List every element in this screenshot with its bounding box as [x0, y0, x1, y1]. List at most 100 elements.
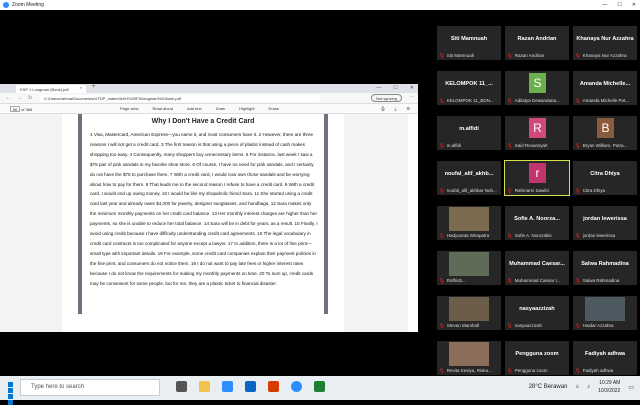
new-tab-button[interactable]: +: [92, 84, 96, 90]
participant-name: Sofie A. Noorza...: [514, 216, 560, 222]
page-view-button[interactable]: Page view: [120, 106, 138, 111]
participant-name: Fadiyah adhwa: [584, 351, 626, 357]
participant-tile[interactable]: 🎙 Revita Kesiya, Riska...: [437, 341, 501, 375]
participant-label-text: m.alfidi: [446, 143, 461, 148]
browser-minimize-button[interactable]: —: [376, 85, 381, 91]
minimize-button[interactable]: —: [602, 0, 607, 10]
participant-tile[interactable]: 🎙 Rafhisb...: [437, 251, 501, 285]
zoom-logo-icon: [3, 2, 9, 8]
participant-tile[interactable]: Citra Dhiya 🎙 Citra Dhiya: [573, 161, 637, 195]
profile-button[interactable]: Not syncing: [371, 94, 402, 102]
windows-start-icon[interactable]: [8, 382, 19, 405]
refresh-icon[interactable]: ↻: [28, 95, 32, 101]
participant-tile[interactable]: Pengguna zoom 🎙 Pengguna zoom: [505, 341, 569, 375]
browser-maximize-button[interactable]: ☐: [393, 85, 397, 91]
volume-icon[interactable]: ♪: [587, 384, 590, 390]
maximize-button[interactable]: ☐: [617, 0, 621, 10]
erase-button[interactable]: Erase: [269, 106, 279, 111]
muted-mic-icon: 🎙: [507, 53, 513, 58]
draw-button[interactable]: Draw: [216, 106, 225, 111]
participant-tile[interactable]: jordan lewerissa 🎙 jordan lewerissa: [573, 206, 637, 240]
muted-mic-icon: 🎙: [575, 278, 581, 283]
participant-tile[interactable]: m.alfidi 🎙 m.alfidi: [437, 116, 501, 150]
read-aloud-button[interactable]: Read aloud: [152, 106, 172, 111]
close-button[interactable]: ✕: [632, 0, 636, 10]
browser-window: ESP 1 Longman (Book).pdf × + — ☐ ✕ ← → ↻ C:/U…: [0, 84, 418, 332]
participant-label-text: Said Revansyah: [514, 143, 548, 148]
participant-gallery: Siti Mamnuah 🎙 Siti Mamnuah Razan Andrian 🎙 R…: [433, 10, 640, 376]
clock[interactable]: 10:29 AM 10/3/2022: [598, 379, 620, 395]
participant-tile[interactable]: r 🎙 Rahmarni Sawitri: [504, 160, 570, 196]
participant-tile[interactable]: B 🎙 Bryan William, Putra...: [573, 116, 637, 150]
tab-close-icon[interactable]: ×: [80, 85, 82, 90]
back-icon[interactable]: ←: [6, 95, 11, 101]
tab-title: ESP 1 Longman (Book).pdf: [20, 87, 69, 92]
task-view-icon[interactable]: [176, 381, 187, 392]
participant-label-text: jordan lewerissa: [582, 233, 616, 238]
participant-label-text: Citra Dhiya: [582, 188, 605, 193]
participant-label: 🎙 Said Revansyah: [507, 143, 567, 149]
participant-tile[interactable]: Sofie A. Noorza... 🎙 Sofie A. Noorzakie: [505, 206, 569, 240]
save-icon[interactable]: ⤓: [395, 106, 397, 111]
zoom-app-icon[interactable]: [291, 381, 302, 392]
participant-tile[interactable]: Fadiyah adhwa 🎙 Fadiyah adhwa: [573, 341, 637, 375]
menu-icon[interactable]: ⋯: [409, 94, 414, 100]
participant-tile[interactable]: Khanaya Nur Azzahra 🎙 Khanaya Nur Azzahra: [573, 26, 637, 60]
participant-tile[interactable]: nasyaazzizah 🎙 nasyaazzizah: [505, 296, 569, 330]
muted-mic-icon: 🎙: [439, 53, 445, 58]
participant-tile[interactable]: 🎙 Hadyanata Wirapatra: [437, 206, 501, 240]
muted-mic-icon: 🎙: [507, 278, 513, 283]
muted-mic-icon: 🎙: [507, 323, 513, 328]
participant-tile[interactable]: Razan Andrian 🎙 Razan Andrian: [505, 26, 569, 60]
participant-tile[interactable]: Salwa Rahmadina 🎙 Salwa Rahmadina: [573, 251, 637, 285]
forward-icon[interactable]: →: [17, 95, 22, 101]
office-icon[interactable]: [268, 381, 279, 392]
tab-bar: ESP 1 Longman (Book).pdf × + — ☐ ✕: [0, 84, 418, 93]
url-field[interactable]: C:/Users/rahma/Documents/UTDP_materi/AKH…: [40, 95, 320, 102]
muted-mic-icon: 🎙: [507, 143, 513, 148]
participant-tile[interactable]: S 🎙 Adilatya Dewandana...: [505, 71, 569, 105]
weather-status[interactable]: 28°C Berawan: [529, 384, 568, 390]
store-icon[interactable]: [245, 381, 256, 392]
participant-label: 🎙 Fadiyah adhwa: [575, 368, 635, 374]
file-explorer-icon[interactable]: [199, 381, 210, 392]
highlight-button[interactable]: Highlight: [239, 106, 255, 111]
participant-tile[interactable]: R 🎙 Said Revansyah: [505, 116, 569, 150]
participant-label: 🎙 Sofie A. Noorzakie: [507, 233, 567, 239]
pdf-viewer[interactable]: Why I Don't Have a Credit Card 1 Visa, M…: [0, 114, 418, 332]
participant-video: [585, 297, 625, 321]
edge-icon[interactable]: [222, 381, 233, 392]
participant-label: 🎙 Hadyanata Wirapatra: [439, 233, 499, 239]
muted-mic-icon: 🎙: [439, 323, 445, 328]
participant-video: [449, 342, 489, 366]
pdf-page: Why I Don't Have a Credit Card 1 Visa, M…: [62, 114, 344, 332]
participant-name: jordan lewerissa: [583, 216, 627, 222]
participant-tile[interactable]: KELOMPOK 11_... 🎙 KELOMPOK 11_BDN...: [437, 71, 501, 105]
participant-label-text: Adilatya Dewandana...: [514, 98, 560, 103]
participant-tile[interactable]: noufal_alif_akhb... 🎙 noufal_alif_akhbar N…: [437, 161, 501, 195]
chrome-icon[interactable]: [314, 381, 325, 392]
participant-label: 🎙 m.alfidi: [439, 143, 499, 149]
notification-icon[interactable]: ▭: [628, 384, 634, 391]
taskbar-search[interactable]: Type here to search: [20, 379, 160, 396]
participant-tile[interactable]: 🎙 Haidar Azzahra: [573, 296, 637, 330]
participant-name: nasyaazzizah: [519, 306, 555, 312]
participant-label-text: Salwa Rahmadina: [582, 278, 620, 283]
page-indicator: 96 of 368: [10, 106, 32, 112]
browser-close-button[interactable]: ✕: [410, 85, 414, 91]
muted-mic-icon: 🎙: [575, 143, 581, 148]
network-icon[interactable]: ⌂: [575, 384, 579, 390]
participant-label-text: Rafhisb...: [446, 278, 466, 283]
tab-pdf[interactable]: ESP 1 Longman (Book).pdf ×: [16, 85, 86, 93]
participant-tile[interactable]: 🎙 Stevan Marshall: [437, 296, 501, 330]
page-input[interactable]: 96: [10, 106, 20, 112]
print-icon[interactable]: ⎙: [381, 106, 384, 111]
participant-label: 🎙 Stevan Marshall: [439, 323, 499, 329]
participant-tile[interactable]: Amanda Michelle... 🎙 Amanda Michelle Put..…: [573, 71, 637, 105]
participant-tile[interactable]: Siti Mamnuah 🎙 Siti Mamnuah: [437, 26, 501, 60]
participant-tile[interactable]: Muhammad Caesar... 🎙 Muhammad Caesar I...: [505, 251, 569, 285]
address-bar: ← → ↻ C:/Users/rahma/Documents/UTDP_materi…: [0, 93, 418, 104]
add-text-button[interactable]: Add text: [187, 106, 202, 111]
settings-icon[interactable]: ⚙: [406, 106, 410, 111]
participant-label-text: Muhammad Caesar I...: [514, 278, 561, 283]
